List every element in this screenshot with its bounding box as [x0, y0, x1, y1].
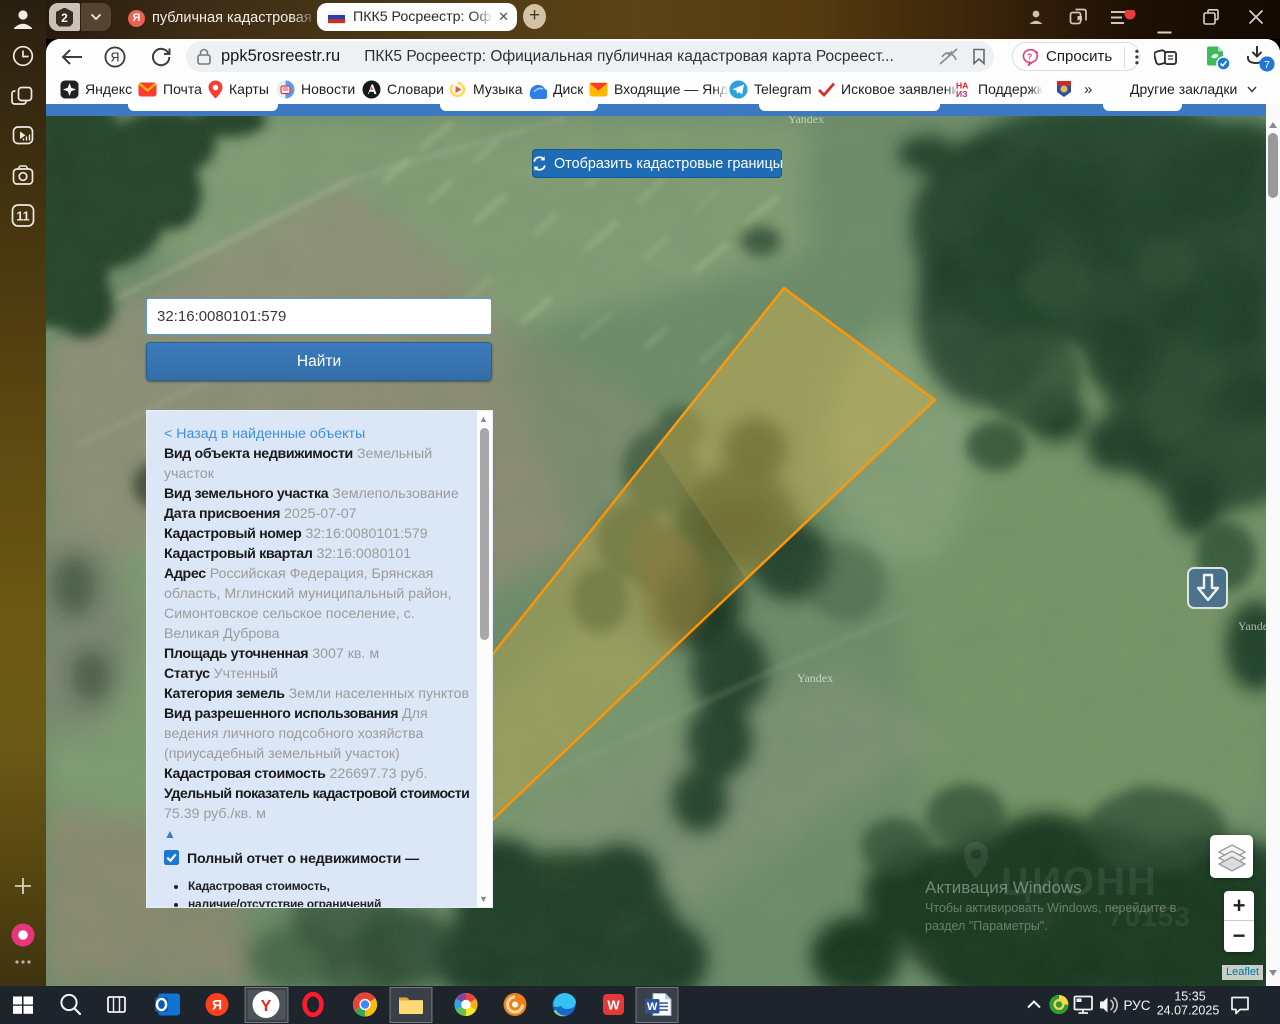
- svg-text:Y: Y: [261, 998, 272, 1015]
- svg-text:W: W: [607, 998, 620, 1013]
- svg-text:W: W: [647, 1001, 658, 1013]
- svg-text:7: 7: [1264, 59, 1270, 71]
- svg-text:?: ?: [1027, 51, 1032, 61]
- svg-text:11: 11: [16, 210, 29, 224]
- svg-text:ИЗ: ИЗ: [956, 89, 967, 98]
- svg-text:15:35: 15:35: [1174, 990, 1205, 1004]
- svg-text:Я: Я: [212, 997, 222, 1013]
- svg-text:24.07.2025: 24.07.2025: [1157, 1004, 1220, 1018]
- svg-text:Я: Я: [110, 51, 119, 65]
- svg-text:РУС: РУС: [1123, 998, 1150, 1013]
